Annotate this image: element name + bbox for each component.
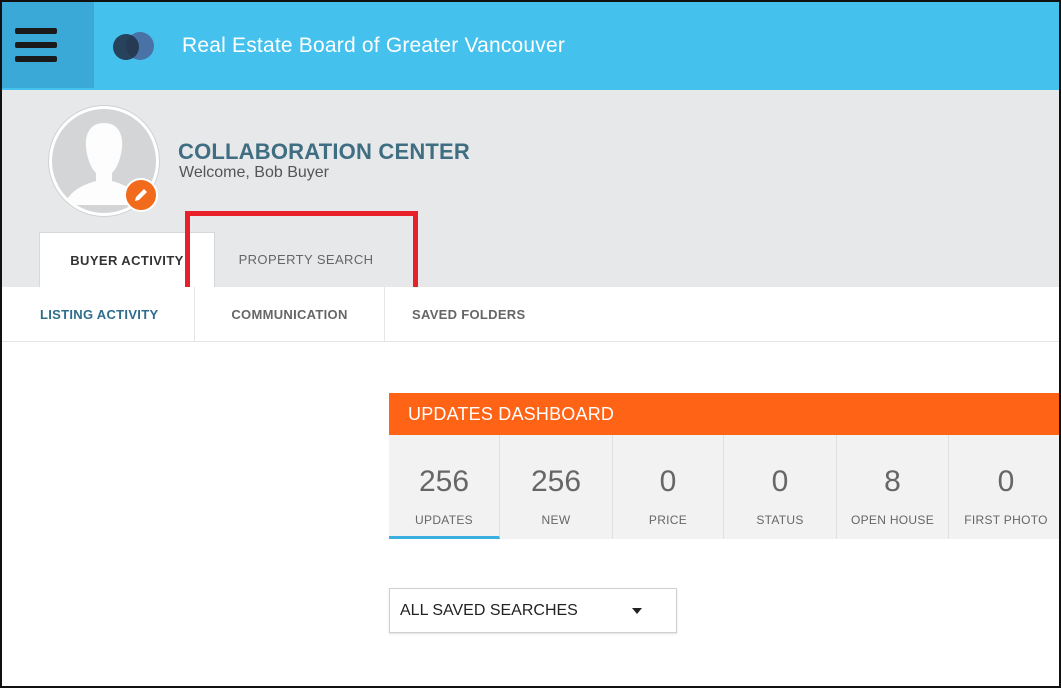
subtab-communication[interactable]: COMMUNICATION xyxy=(195,287,385,341)
stat-value: 8 xyxy=(884,465,901,498)
stat-status[interactable]: 0 STATUS xyxy=(724,435,837,539)
stat-new[interactable]: 256 NEW xyxy=(500,435,613,539)
welcome-message: Welcome, Bob Buyer xyxy=(179,164,329,181)
caret-down-icon xyxy=(632,608,642,614)
page-title: COLLABORATION CENTER xyxy=(178,139,471,164)
stat-first-photo[interactable]: 0 FIRST PHOTO xyxy=(949,435,1059,539)
stat-value: 0 xyxy=(997,465,1015,498)
app-frame: Real Estate Board of Greater Vancouver C… xyxy=(0,0,1061,688)
stat-label: UPDATES xyxy=(415,513,473,527)
dropdown-selected-value: ALL SAVED SEARCHES xyxy=(400,602,578,619)
stat-updates[interactable]: 256 UPDATES xyxy=(389,435,500,539)
stat-value: 256 xyxy=(530,465,582,498)
stat-open-house[interactable]: 8 OPEN HOUSE xyxy=(837,435,949,539)
app-title: Real Estate Board of Greater Vancouver xyxy=(182,34,566,57)
stat-label: STATUS xyxy=(756,513,804,527)
tab-property-search[interactable]: PROPERTY SEARCH xyxy=(215,232,397,287)
subtab-listing-activity[interactable]: LISTING ACTIVITY xyxy=(2,287,195,341)
dashboard-title: UPDATES DASHBOARD xyxy=(389,393,1059,435)
board-logo-icon xyxy=(113,32,163,60)
saved-searches-dropdown[interactable]: ALL SAVED SEARCHES xyxy=(389,588,677,633)
stat-price[interactable]: 0 PRICE xyxy=(613,435,724,539)
stat-label: PRICE xyxy=(648,513,688,527)
tab-buyer-activity[interactable]: BUYER ACTIVITY xyxy=(39,232,215,287)
menu-button[interactable] xyxy=(2,2,94,88)
stat-label: OPEN HOUSE xyxy=(850,513,934,527)
stat-label: FIRST PHOTO xyxy=(964,513,1048,527)
stat-value: 0 xyxy=(659,465,677,498)
top-bar: Real Estate Board of Greater Vancouver xyxy=(2,2,1059,90)
stat-label: NEW xyxy=(541,513,571,527)
subtab-saved-folders[interactable]: SAVED FOLDERS xyxy=(385,287,565,341)
edit-avatar-button[interactable] xyxy=(124,178,158,212)
stat-value: 256 xyxy=(418,465,470,498)
dashboard-stats: 256 UPDATES 256 NEW 0 PRICE 0 STATUS 8 O… xyxy=(389,435,1059,539)
stat-value: 0 xyxy=(771,465,789,498)
pencil-icon xyxy=(135,189,147,201)
